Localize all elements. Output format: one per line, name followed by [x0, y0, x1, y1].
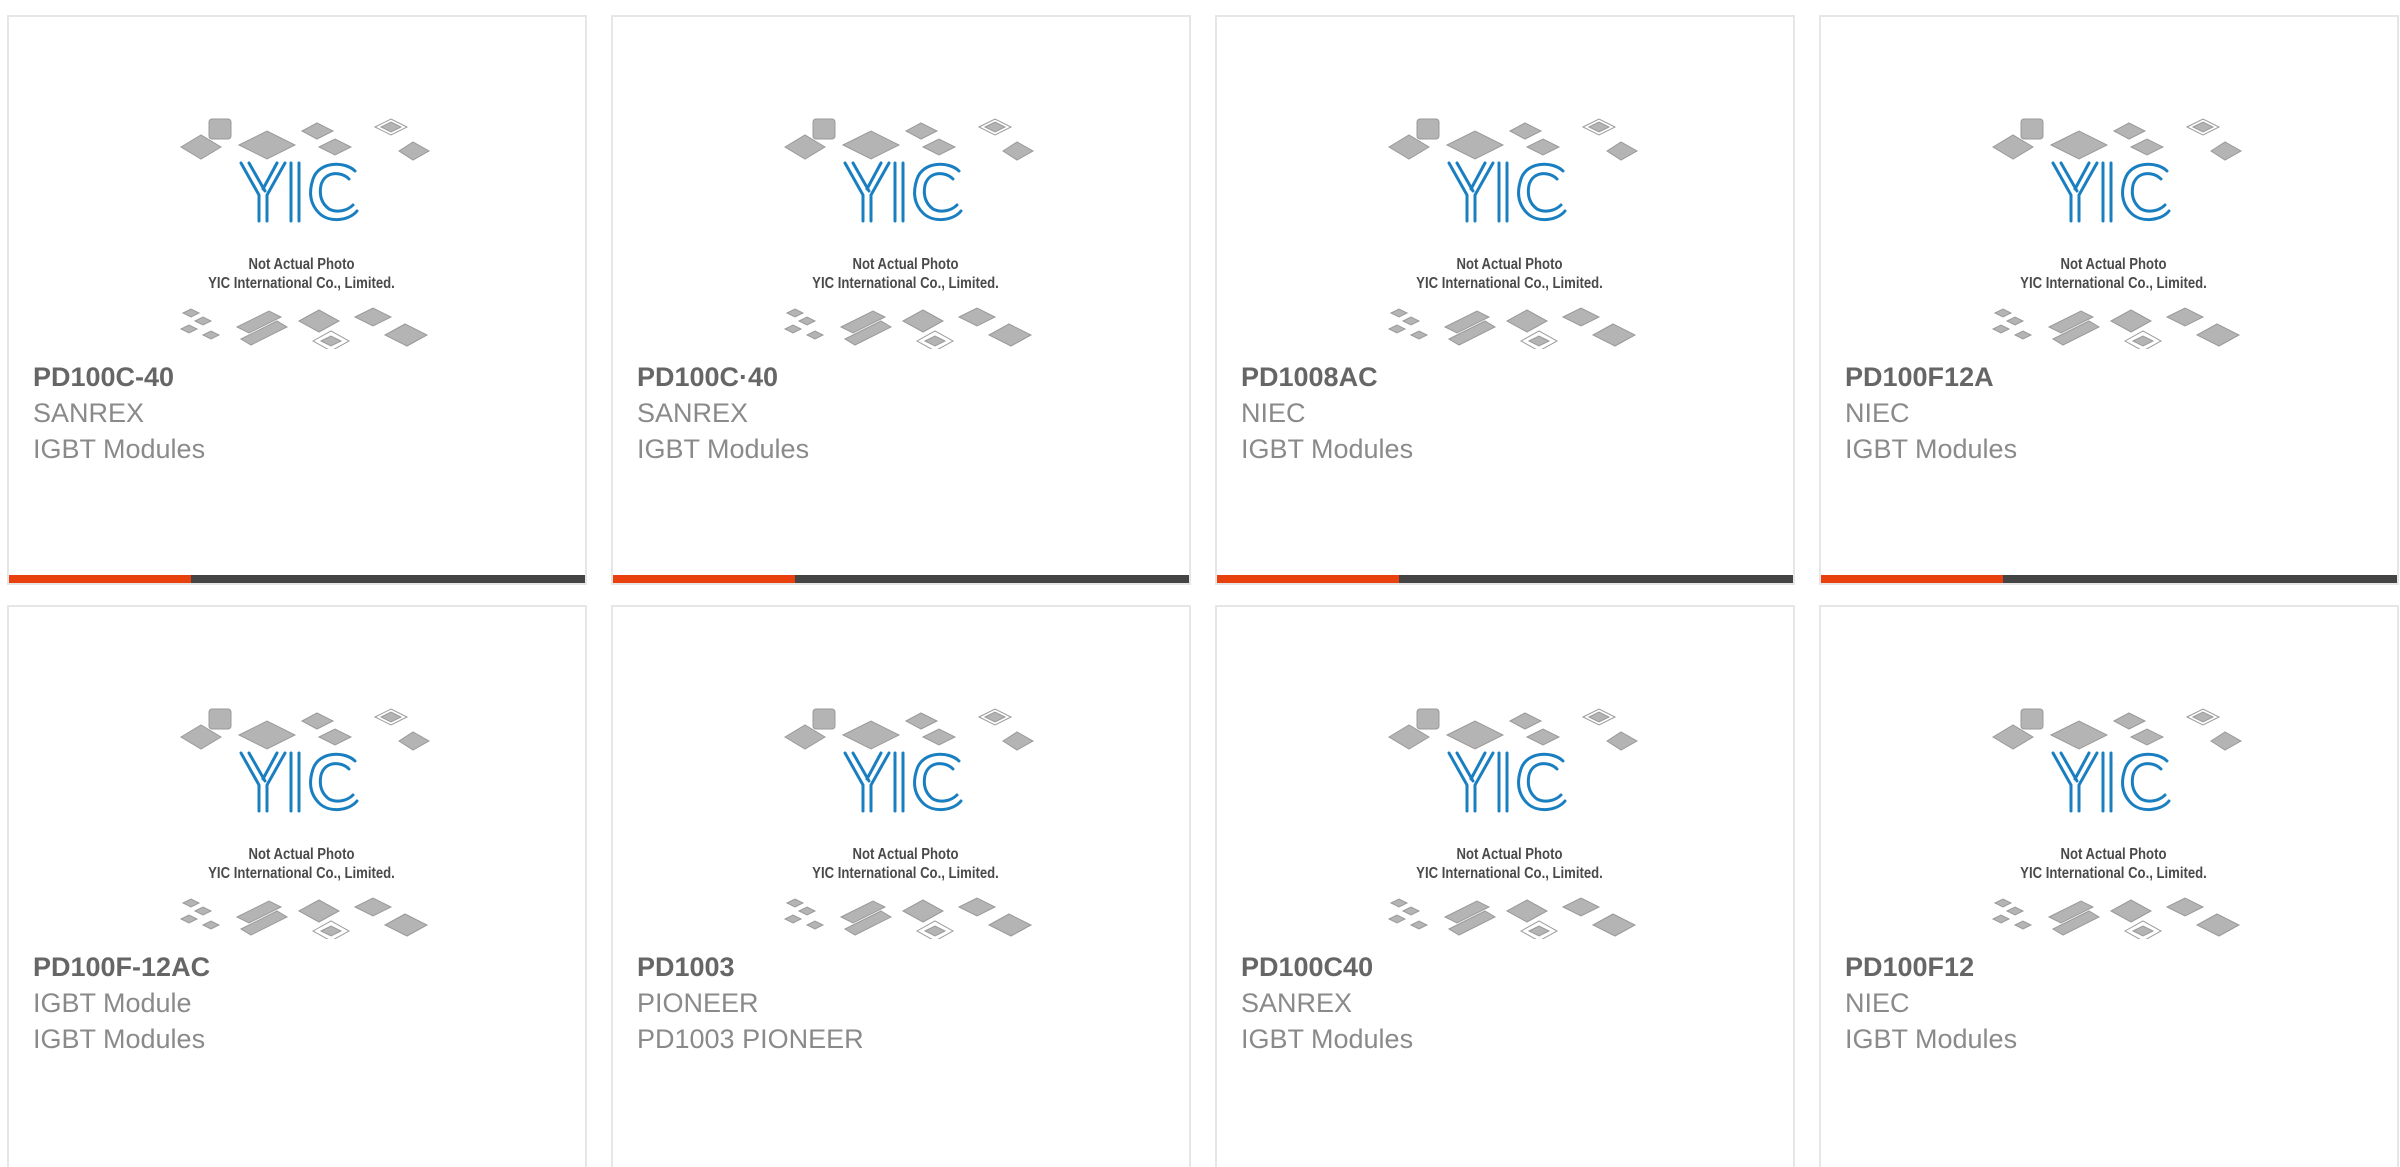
placeholder-caption-2: YIC International Co., Limited. — [2020, 275, 2207, 292]
manufacturer: NIEC — [1845, 398, 1910, 428]
product-image-placeholder: Not Actual Photo YIC International Co., … — [1971, 99, 2256, 349]
category: IGBT Modules — [33, 1024, 206, 1054]
category: PD1003 PIONEER — [637, 1024, 864, 1054]
part-number[interactable]: PD100C-40 — [33, 359, 575, 395]
product-card[interactable]: Not Actual Photo YIC International Co., … — [611, 15, 1191, 585]
product-card[interactable]: Not Actual Photo YIC International Co., … — [7, 15, 587, 585]
placeholder-caption-1: Not Actual Photo — [852, 846, 959, 863]
product-card[interactable]: Not Actual Photo YIC International Co., … — [1819, 15, 2399, 585]
manufacturer: PIONEER — [637, 988, 759, 1018]
placeholder-caption-1: Not Actual Photo — [248, 256, 355, 273]
card-accent-bar — [9, 575, 585, 583]
placeholder-caption-1: Not Actual Photo — [2060, 256, 2167, 273]
card-accent-bar — [1217, 575, 1793, 583]
product-image-placeholder: Not Actual Photo YIC International Co., … — [159, 689, 444, 939]
category: IGBT Modules — [1845, 1024, 2018, 1054]
manufacturer: SANREX — [637, 398, 749, 428]
placeholder-caption-2: YIC International Co., Limited. — [208, 275, 395, 292]
placeholder-caption-1: Not Actual Photo — [2060, 846, 2167, 863]
product-card[interactable]: Not Actual Photo YIC International Co., … — [1215, 15, 1795, 585]
category: IGBT Modules — [33, 434, 206, 464]
product-grid: Not Actual Photo YIC International Co., … — [0, 0, 2400, 1167]
placeholder-caption-2: YIC International Co., Limited. — [1416, 275, 1603, 292]
placeholder-caption-1: Not Actual Photo — [852, 256, 959, 273]
product-image-placeholder: Not Actual Photo YIC International Co., … — [1367, 689, 1652, 939]
product-image-placeholder: Not Actual Photo YIC International Co., … — [1971, 689, 2256, 939]
part-number[interactable]: PD1008AC — [1241, 359, 1783, 395]
category: IGBT Modules — [1241, 434, 1414, 464]
product-image-placeholder: Not Actual Photo YIC International Co., … — [159, 99, 444, 349]
product-card[interactable]: Not Actual Photo YIC International Co., … — [1215, 605, 1795, 1167]
part-number[interactable]: PD100C·40 — [637, 359, 1179, 395]
product-image-placeholder: Not Actual Photo YIC International Co., … — [1367, 99, 1652, 349]
part-number[interactable]: PD100F12A — [1845, 359, 2387, 395]
placeholder-caption-2: YIC International Co., Limited. — [208, 865, 395, 882]
manufacturer: SANREX — [1241, 988, 1353, 1018]
category: IGBT Modules — [1845, 434, 2018, 464]
manufacturer: SANREX — [33, 398, 145, 428]
placeholder-caption-2: YIC International Co., Limited. — [2020, 865, 2207, 882]
manufacturer: IGBT Module — [33, 988, 192, 1018]
product-image-placeholder: Not Actual Photo YIC International Co., … — [763, 99, 1048, 349]
part-number[interactable]: PD1003 — [637, 949, 1179, 985]
product-card[interactable]: Not Actual Photo YIC International Co., … — [7, 605, 587, 1167]
placeholder-caption-2: YIC International Co., Limited. — [812, 275, 999, 292]
manufacturer: NIEC — [1241, 398, 1306, 428]
placeholder-caption-1: Not Actual Photo — [1456, 256, 1563, 273]
product-card[interactable]: Not Actual Photo YIC International Co., … — [1819, 605, 2399, 1167]
part-number[interactable]: PD100F-12AC — [33, 949, 575, 985]
product-card[interactable]: Not Actual Photo YIC International Co., … — [611, 605, 1191, 1167]
card-accent-bar — [613, 575, 1189, 583]
manufacturer: NIEC — [1845, 988, 1910, 1018]
card-accent-bar — [1821, 575, 2397, 583]
placeholder-caption-1: Not Actual Photo — [248, 846, 355, 863]
part-number[interactable]: PD100C40 — [1241, 949, 1783, 985]
placeholder-caption-1: Not Actual Photo — [1456, 846, 1563, 863]
category: IGBT Modules — [1241, 1024, 1414, 1054]
category: IGBT Modules — [637, 434, 810, 464]
placeholder-caption-2: YIC International Co., Limited. — [1416, 865, 1603, 882]
product-image-placeholder: Not Actual Photo YIC International Co., … — [763, 689, 1048, 939]
part-number[interactable]: PD100F12 — [1845, 949, 2387, 985]
placeholder-caption-2: YIC International Co., Limited. — [812, 865, 999, 882]
